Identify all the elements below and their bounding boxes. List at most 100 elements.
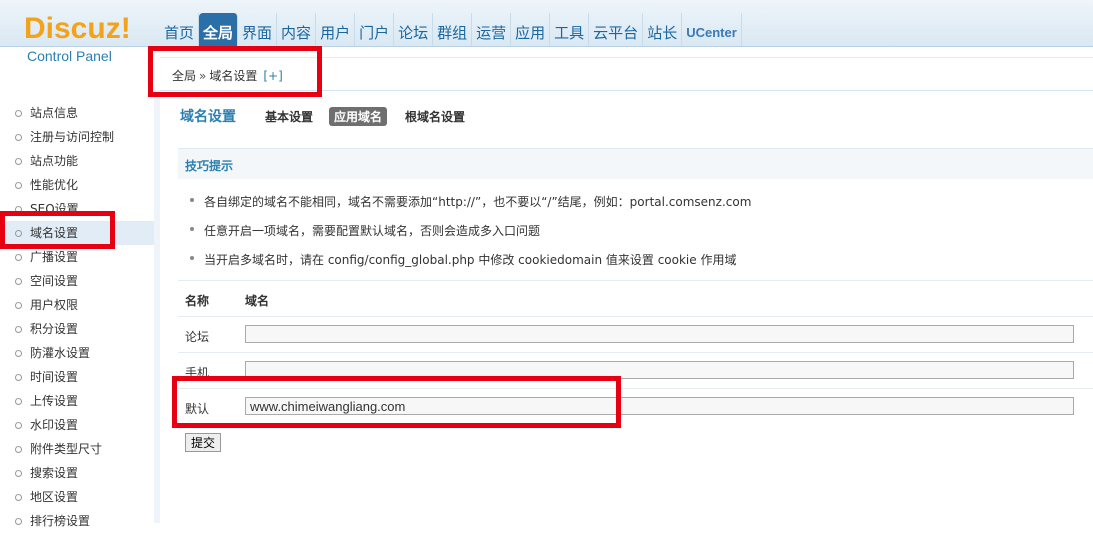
tip-text: 任意开启一项域名，需要配置默认域名，否则会造成多入口问题 <box>204 224 541 238</box>
sidebar-item-label: 广播设置 <box>30 250 79 264</box>
tips-panel: 技巧提示 各自绑定的域名不能相同，域名不需要添加“http://”，也不要以“/… <box>178 148 1093 279</box>
sidebar-item-label: 空间设置 <box>30 274 79 288</box>
page-title: 域名设置 <box>180 109 236 125</box>
table-row: 手机 当 <box>178 352 1093 389</box>
nav-users[interactable]: 用户 <box>316 13 356 46</box>
sidebar-item[interactable]: SEO设置 <box>0 197 154 221</box>
sidebar-item-label: 积分设置 <box>30 322 79 336</box>
logo[interactable]: Discuz! Control Panel <box>0 0 160 90</box>
bullet-icon <box>15 182 22 189</box>
nav-tools[interactable]: 工具 <box>550 13 590 46</box>
main-content: 域名设置 基本设置 应用域名 根域名设置 技巧提示 各自绑定的域名不能相同，域名… <box>168 90 1093 523</box>
sidebar-item-label: 域名设置 <box>30 226 79 240</box>
logo-subtitle: Control Panel <box>27 48 112 64</box>
bullet-icon <box>15 134 22 141</box>
nav-ui[interactable]: 界面 <box>238 13 278 46</box>
sidebar-item[interactable]: 时间设置 <box>0 365 154 389</box>
bullet-icon <box>15 326 22 333</box>
add-shortcut-button[interactable]: [+] <box>263 69 282 83</box>
tips-title: 技巧提示 <box>185 159 234 173</box>
breadcrumb-root[interactable]: 全局 <box>172 69 196 83</box>
breadcrumb-bar: 全局» 域名设置 [+] <box>160 57 1093 91</box>
bullet-icon <box>15 398 22 405</box>
sidebar-item[interactable]: 空间设置 <box>0 269 154 293</box>
bullet-icon <box>15 110 22 117</box>
sidebar: 站点信息注册与访问控制 站点功能性能优化 SEO设置域名设置广播设置空间设置用户权限… <box>0 90 155 528</box>
nav-portal[interactable]: 门户 <box>355 13 395 46</box>
bullet-icon <box>15 446 22 453</box>
bullet-icon <box>15 470 22 477</box>
bullet-icon <box>15 518 22 525</box>
sidebar-item[interactable]: 站点信息 <box>0 101 154 125</box>
nav-group[interactable]: 群组 <box>433 13 473 46</box>
sidebar-item-label: 站点信息 <box>30 106 79 120</box>
forum-domain-input[interactable] <box>245 325 1074 343</box>
bullet-icon <box>15 254 22 261</box>
tab-app-domain[interactable]: 应用域名 <box>329 107 388 126</box>
sidebar-item[interactable]: 广播设置 <box>0 245 154 269</box>
default-domain-input[interactable] <box>245 397 1074 415</box>
sidebar-item[interactable]: 水印设置 <box>0 413 154 437</box>
nav-home[interactable]: 首页 <box>160 13 200 46</box>
mobile-domain-input[interactable] <box>245 361 1074 379</box>
table-row: 论坛 <box>178 316 1093 353</box>
sidebar-item-label: 附件类型尺寸 <box>30 442 103 456</box>
tab-basic-settings[interactable]: 基本设置 <box>260 107 318 126</box>
breadcrumb-separator: » <box>199 69 207 83</box>
bullet-icon <box>15 350 22 357</box>
row-name: 手机 <box>185 366 210 380</box>
nav-global[interactable]: 全局 <box>199 13 239 46</box>
table-header-row: 名称 域名 <box>178 280 1093 317</box>
bullet-icon <box>15 374 22 381</box>
sidebar-item[interactable]: 排行榜设置 <box>0 509 154 533</box>
nav-ucenter[interactable]: UCenter <box>682 13 742 46</box>
bullet-icon <box>190 256 194 260</box>
sidebar-item-label: 站点功能 <box>30 154 79 168</box>
bullet-icon <box>15 158 22 165</box>
sidebar-item-label: 上传设置 <box>30 394 79 408</box>
row-name: 论坛 <box>185 330 210 344</box>
bullet-icon <box>190 198 194 202</box>
sidebar-item-label: 防灌水设置 <box>30 346 91 360</box>
sidebar-item-label: 用户权限 <box>30 298 79 312</box>
sidebar-item[interactable]: 域名设置 <box>0 221 154 245</box>
tips-header: 技巧提示 <box>178 149 1093 179</box>
breadcrumb: 全局» 域名设置 [+] <box>172 67 283 84</box>
bullet-icon <box>15 494 22 501</box>
sidebar-item[interactable]: 性能优化 <box>0 173 154 197</box>
top-header: 首页 全局 界面 内容 用户 门户 论坛 群组 运营 应用 工具 云平台 站长 … <box>0 0 1093 47</box>
bullet-icon <box>15 422 22 429</box>
nav-operation[interactable]: 运营 <box>472 13 512 46</box>
sidebar-item-label: 注册与访问控制 <box>30 130 115 144</box>
submit-button[interactable]: 提交 <box>185 433 222 452</box>
table-row: 默认 <box>178 388 1093 425</box>
sidebar-item-label: 搜索设置 <box>30 466 79 480</box>
tip-text: 各自绑定的域名不能相同，域名不需要添加“http://”，也不要以“/”结尾，例… <box>204 195 752 209</box>
sidebar-item[interactable]: 防灌水设置 <box>0 341 154 365</box>
sidebar-item-label: 地区设置 <box>30 490 79 504</box>
sidebar-item[interactable]: 搜索设置 <box>0 461 154 485</box>
row-name: 默认 <box>185 402 210 416</box>
nav-apps[interactable]: 应用 <box>511 13 551 46</box>
nav-forum[interactable]: 论坛 <box>394 13 434 46</box>
sidebar-item[interactable]: 积分设置 <box>0 317 154 341</box>
main-nav: 首页 全局 界面 内容 用户 门户 论坛 群组 运营 应用 工具 云平台 站长 … <box>160 13 742 46</box>
tab-root-domain[interactable]: 根域名设置 <box>400 107 470 126</box>
bullet-icon <box>15 206 22 213</box>
nav-cloud[interactable]: 云平台 <box>589 13 644 46</box>
sidebar-item[interactable]: 附件类型尺寸 <box>0 437 154 461</box>
sidebar-item-label: 排行榜设置 <box>30 514 91 528</box>
bullet-icon <box>190 227 194 231</box>
sidebar-item[interactable]: 用户权限 <box>0 293 154 317</box>
bullet-icon <box>15 230 22 237</box>
sidebar-item[interactable]: 注册与访问控制 <box>0 125 154 149</box>
sidebar-item-label: 时间设置 <box>30 370 79 384</box>
sidebar-item[interactable]: 地区设置 <box>0 485 154 509</box>
nav-webmaster[interactable]: 站长 <box>643 13 683 46</box>
sidebar-divider <box>154 90 160 523</box>
nav-content[interactable]: 内容 <box>277 13 317 46</box>
sidebar-item[interactable]: 上传设置 <box>0 389 154 413</box>
breadcrumb-current: 域名设置 <box>209 69 258 83</box>
sidebar-item[interactable]: 站点功能 <box>0 149 154 173</box>
column-header-name: 名称 <box>185 294 210 308</box>
